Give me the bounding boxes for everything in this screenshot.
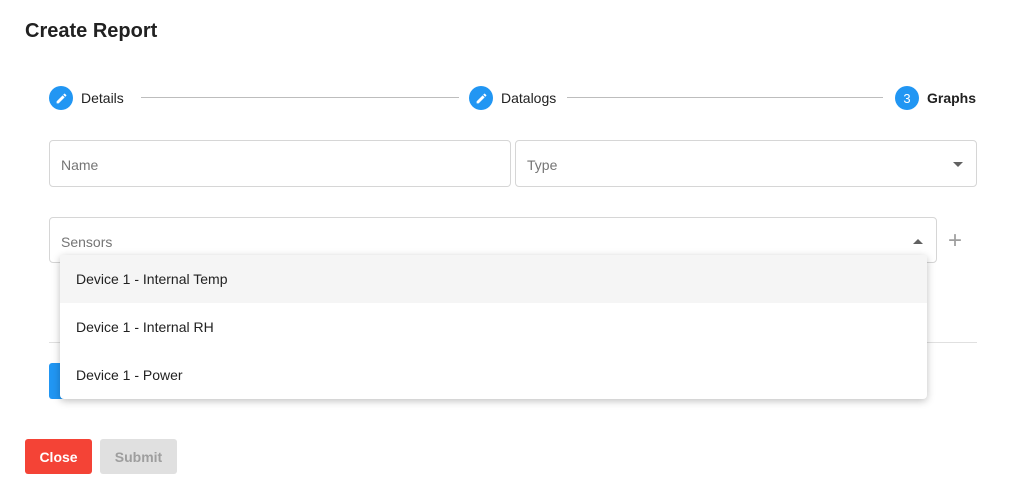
step-connector — [141, 97, 459, 98]
step-connector — [567, 97, 883, 98]
caret-up-icon — [913, 239, 923, 244]
step-details[interactable]: Details — [49, 85, 124, 111]
step-graphs-label: Graphs — [927, 90, 977, 106]
step-number-badge: 3 — [895, 86, 919, 110]
name-input-placeholder: Name — [61, 157, 99, 173]
step-datalogs[interactable]: Datalogs — [469, 85, 556, 111]
name-input[interactable]: Name — [49, 140, 511, 187]
type-select[interactable]: Type — [515, 140, 977, 187]
sensor-option[interactable]: Device 1 - Power — [60, 351, 927, 399]
pencil-icon — [49, 86, 73, 110]
stepper: Details Datalogs 3 Graphs — [49, 85, 976, 111]
caret-down-icon — [953, 162, 963, 167]
submit-button[interactable]: Submit — [100, 439, 177, 474]
close-button[interactable]: Close — [25, 439, 92, 474]
sensor-option[interactable]: Device 1 - Internal RH — [60, 303, 927, 351]
dialog-title: Create Report — [25, 20, 158, 42]
add-sensor-plus-icon[interactable]: + — [948, 229, 962, 253]
step-datalogs-label: Datalogs — [501, 90, 557, 106]
sensors-dropdown-menu: Device 1 - Internal Temp Device 1 - Inte… — [60, 255, 927, 399]
type-select-placeholder: Type — [527, 157, 558, 173]
pencil-icon — [469, 86, 493, 110]
step-details-label: Details — [81, 90, 124, 106]
sensors-select-placeholder: Sensors — [61, 234, 113, 250]
sensor-option[interactable]: Device 1 - Internal Temp — [60, 255, 927, 303]
step-graphs[interactable]: 3 Graphs — [895, 85, 976, 111]
